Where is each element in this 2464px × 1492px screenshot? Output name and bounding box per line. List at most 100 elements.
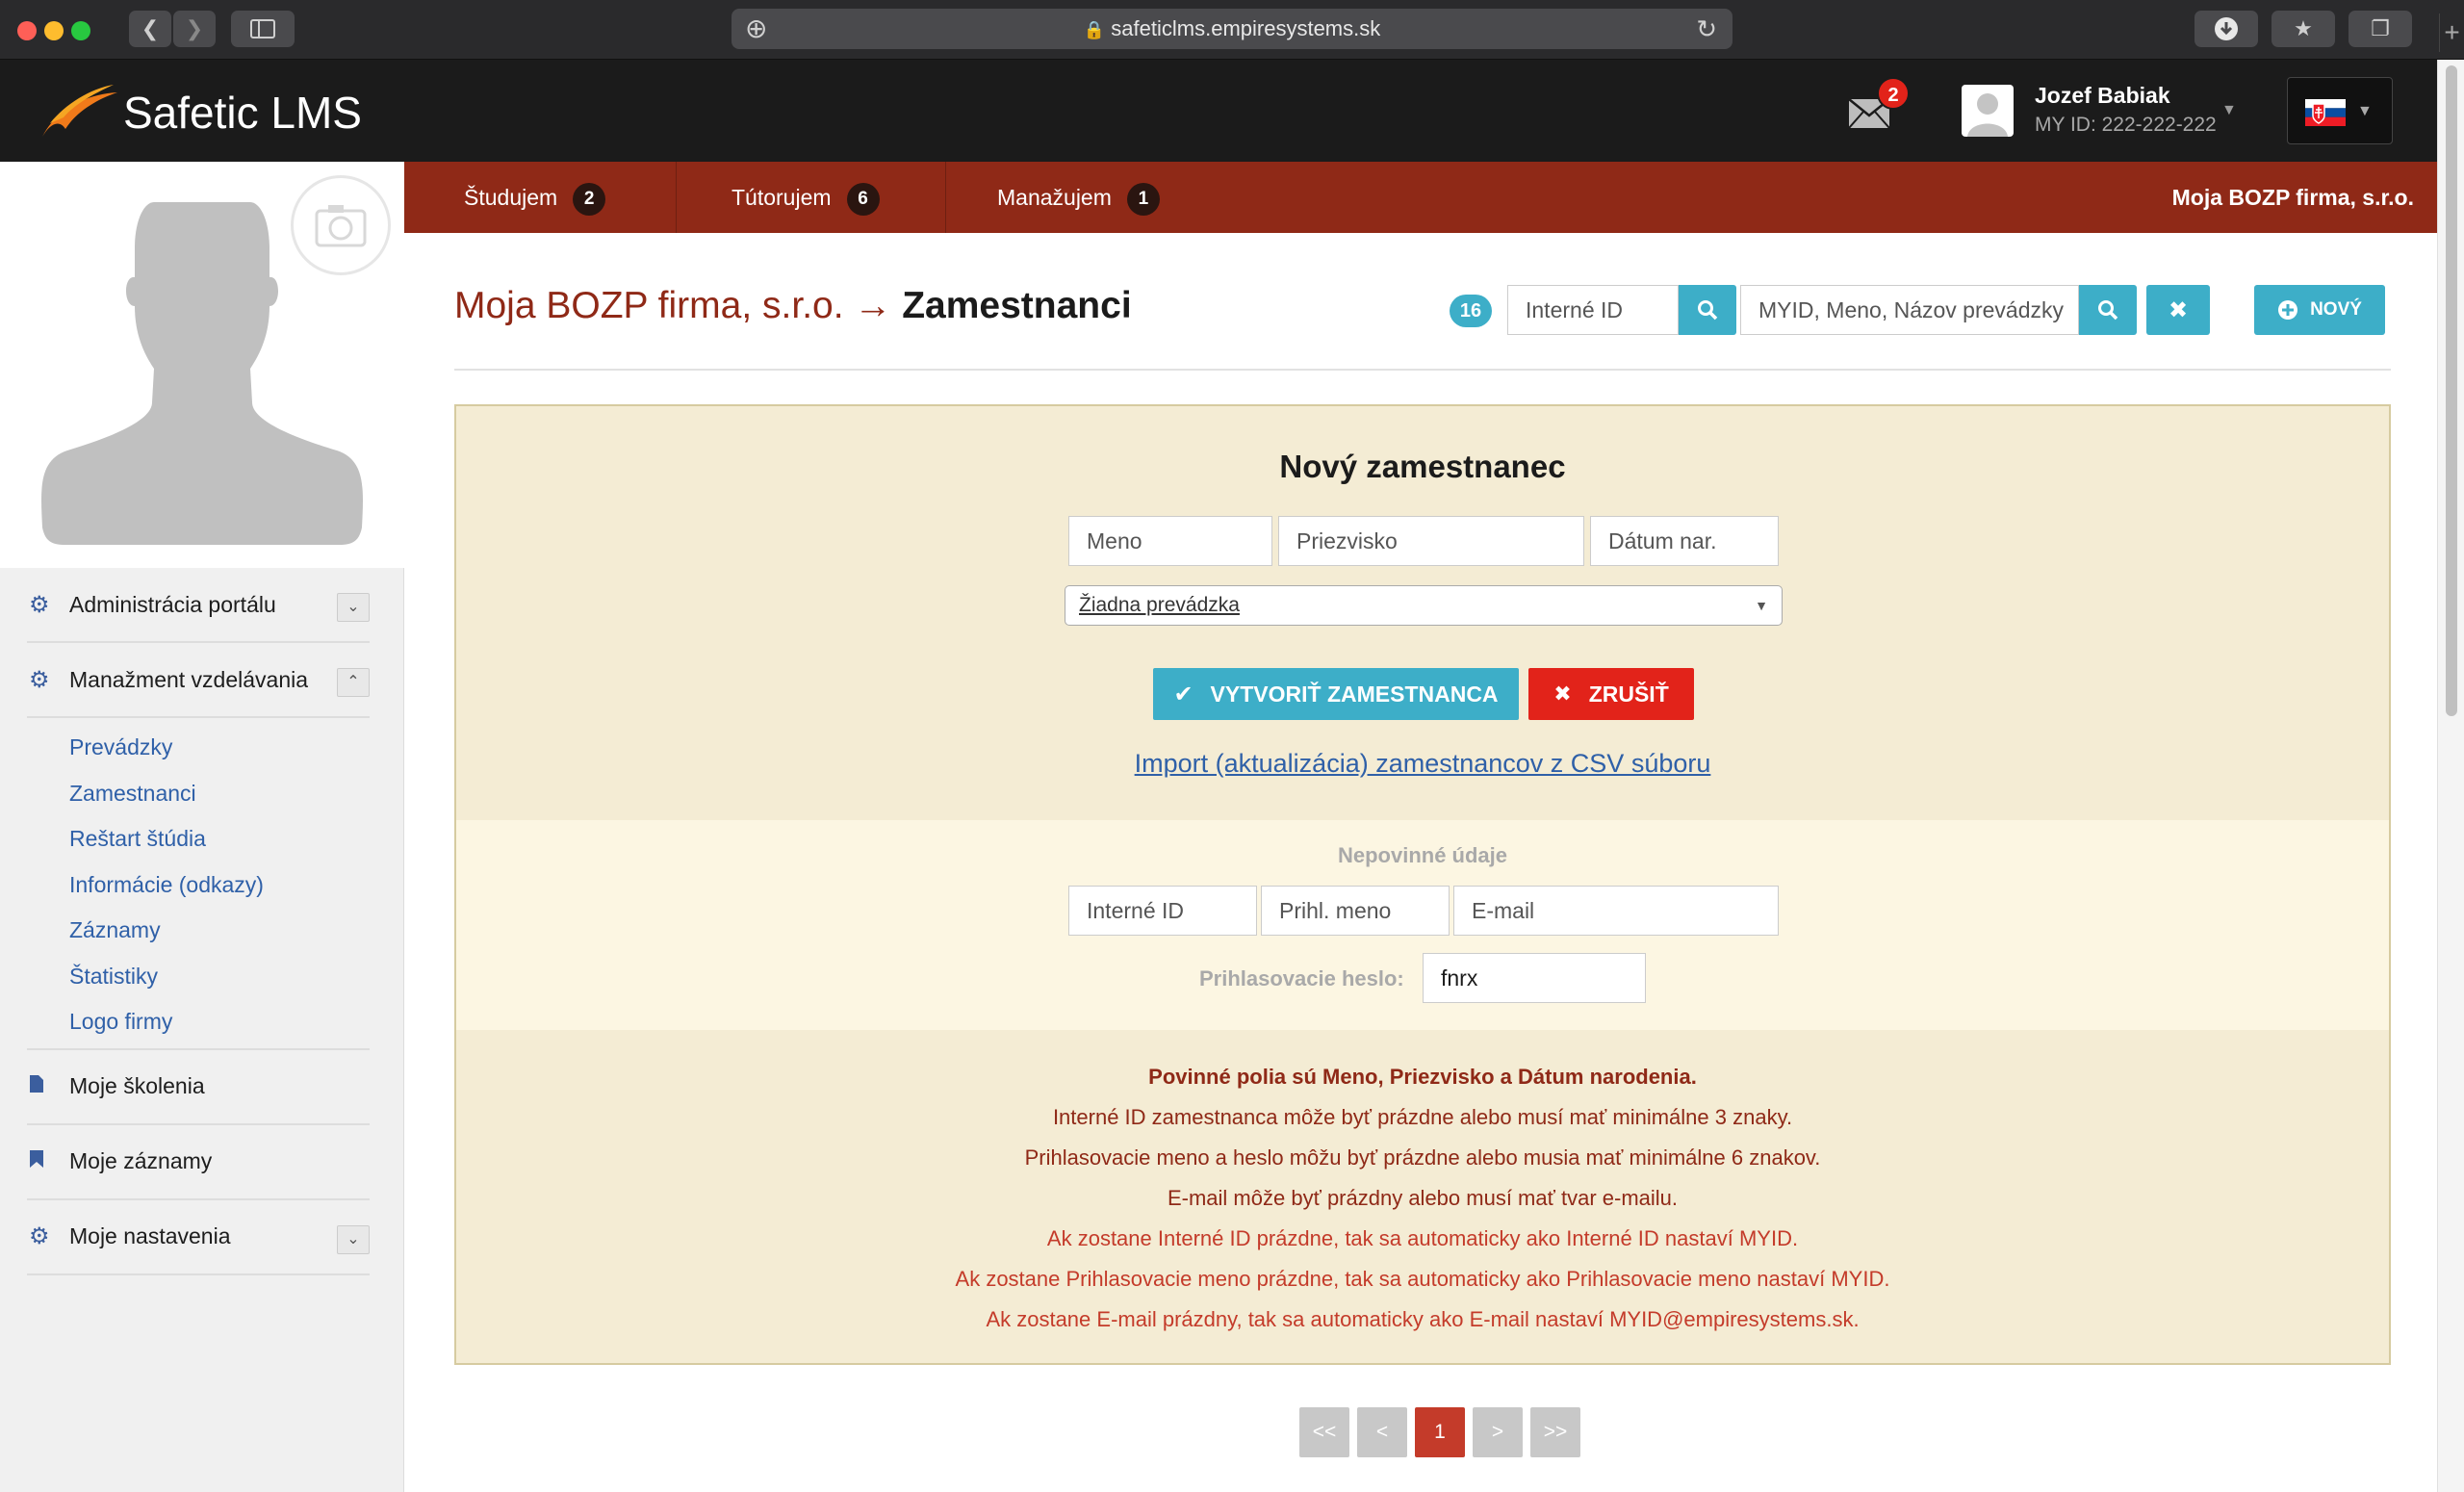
- user-name[interactable]: Jozef Babiak: [2035, 83, 2170, 109]
- note-line: Povinné polia sú Meno, Priezvisko a Dátu…: [1148, 1065, 1697, 1089]
- document-icon: [27, 1073, 69, 1100]
- camera-icon: [315, 205, 367, 247]
- create-employee-button[interactable]: ✔ VYTVORIŤ ZAMESTNANCA: [1153, 668, 1519, 720]
- user-avatar[interactable]: [1962, 85, 2014, 137]
- text-search-input[interactable]: MYID, Meno, Názov prevádzky: [1740, 285, 2079, 335]
- csv-import-link[interactable]: Import (aktualizácia) zamestnancov z CSV…: [456, 749, 2389, 779]
- sidebar-item-moje-nastavenia[interactable]: ⚙ Moje nastavenia ⌄: [27, 1200, 370, 1275]
- forward-icon[interactable]: ❯: [173, 11, 216, 47]
- top-navigation: Študujem 2 Tútorujem 6 Manažujem 1 Moja BOZ…: [404, 162, 2437, 233]
- flame-logo-icon: [42, 85, 117, 137]
- search-button[interactable]: [1679, 285, 1736, 335]
- submenu-item-statistiky[interactable]: Štatistiky: [69, 957, 370, 1003]
- internal-id-field[interactable]: Interné ID: [1068, 886, 1257, 936]
- sidebar-item-label: Moje nastavenia: [69, 1223, 231, 1248]
- submenu-item-zaznamy[interactable]: Záznamy: [69, 911, 370, 957]
- email-field[interactable]: E-mail: [1453, 886, 1779, 936]
- password-field[interactable]: fnrx: [1423, 953, 1646, 1003]
- app-header: Safetic LMS 2 Jozef Babiak MY ID: 222-22…: [0, 60, 2437, 162]
- note-line: Ak zostane Interné ID prázdne, tak sa au…: [1046, 1226, 1799, 1250]
- chevron-down-icon[interactable]: ▼: [2221, 102, 2237, 119]
- divider: [945, 162, 946, 233]
- reading-list-icon[interactable]: ★: [2272, 11, 2335, 47]
- login-name-field[interactable]: Prihl. meno: [1261, 886, 1450, 936]
- tab-tutorujem[interactable]: Tútorujem 6: [732, 162, 880, 233]
- submenu-item-informacie[interactable]: Informácie (odkazy): [69, 865, 370, 912]
- date-of-birth-field[interactable]: Dátum nar.: [1590, 516, 1779, 566]
- close-window-icon[interactable]: [17, 21, 37, 40]
- first-name-field[interactable]: Meno: [1068, 516, 1272, 566]
- pager-current-page[interactable]: 1: [1415, 1407, 1465, 1457]
- change-photo-button[interactable]: [291, 175, 391, 275]
- sidebar-item-moje-skolenia[interactable]: Moje školenia: [27, 1050, 370, 1125]
- clear-search-button[interactable]: ✖: [2146, 285, 2210, 335]
- search-button[interactable]: [2079, 285, 2137, 335]
- zoom-window-icon[interactable]: [71, 21, 90, 40]
- sidebar-item-moje-zaznamy[interactable]: Moje záznamy: [27, 1125, 370, 1200]
- url-text: safeticlms.empiresystems.sk: [1111, 16, 1381, 40]
- gear-icon: ⚙: [29, 666, 50, 693]
- note-line: Ak zostane Prihlasovacie meno prázdne, t…: [955, 1267, 1890, 1291]
- note-line: Ak zostane E-mail prázdny, tak sa automa…: [986, 1307, 1860, 1331]
- tab-label: Študujem: [464, 185, 558, 210]
- browser-toolbar: ❮ ❯ ⊕ 🔒 safeticlms.empiresystems.sk ↻ ★ …: [0, 0, 2464, 60]
- sidebar-menu: ⚙ Administrácia portálu ⌄ ⚙ Manažment vz…: [27, 568, 370, 1275]
- scrollbar-thumb[interactable]: [2446, 65, 2457, 716]
- internal-id-search-input[interactable]: Interné ID: [1507, 285, 1679, 335]
- tab-studujem[interactable]: Študujem 2: [464, 162, 606, 233]
- gear-icon: ⚙: [29, 591, 50, 618]
- company-name[interactable]: Moja BOZP firma, s.r.o.: [2172, 162, 2414, 233]
- user-silhouette-icon: [1967, 93, 2008, 137]
- downloads-icon[interactable]: [2194, 11, 2258, 47]
- close-icon: ✖: [2168, 296, 2189, 323]
- new-tab-icon[interactable]: +: [2439, 13, 2464, 52]
- sidebar-toggle-icon[interactable]: [231, 11, 295, 47]
- branch-select[interactable]: Žiadna prevádzka ▼: [1065, 585, 1783, 626]
- sidebar-item-manazment[interactable]: ⚙ Manažment vzdelávania ⌃: [27, 643, 370, 718]
- language-select[interactable]: ▼: [2287, 77, 2393, 144]
- logo[interactable]: Safetic LMS: [37, 81, 364, 142]
- form-title: Nový zamestnanec: [1279, 449, 1566, 484]
- sidebar: ⚙ Administrácia portálu ⌄ ⚙ Manažment vz…: [0, 162, 404, 1492]
- submenu-item-logo[interactable]: Logo firmy: [69, 1002, 370, 1048]
- note-line: E-mail môže byť prázdny alebo musí mať t…: [1167, 1186, 1679, 1210]
- divider: [454, 369, 2391, 371]
- reload-icon[interactable]: ↻: [1696, 9, 1717, 49]
- tab-label: Tútorujem: [732, 185, 832, 210]
- pager-next-button[interactable]: >: [1473, 1407, 1523, 1457]
- chevron-down-icon: ▼: [2357, 103, 2373, 119]
- tab-manazujem[interactable]: Manažujem 1: [997, 162, 1160, 233]
- user-myid: MY ID: 222-222-222: [2035, 114, 2217, 136]
- submenu-item-prevadzky[interactable]: Prevádzky: [69, 728, 370, 774]
- tab-count-badge: 2: [573, 182, 606, 216]
- scrollbar[interactable]: [2437, 60, 2464, 1492]
- expand-button[interactable]: ⌄: [337, 1224, 370, 1254]
- search-icon: [2098, 300, 2118, 321]
- sidebar-item-label: Administrácia portálu: [69, 591, 276, 617]
- collapse-button[interactable]: ⌃: [337, 668, 370, 697]
- minimize-window-icon[interactable]: [44, 21, 64, 40]
- breadcrumb-company[interactable]: Moja BOZP firma, s.r.o. →: [454, 285, 891, 326]
- last-name-field[interactable]: Priezvisko: [1278, 516, 1584, 566]
- tab-count-badge: 1: [1126, 182, 1160, 216]
- submenu-item-zamestnanci[interactable]: Zamestnanci: [69, 774, 370, 820]
- divider: [676, 162, 677, 233]
- pager-last-button[interactable]: >>: [1530, 1407, 1580, 1457]
- cancel-button[interactable]: ✖ ZRUŠIŤ: [1528, 668, 1694, 720]
- plus-circle-icon: [2278, 300, 2298, 320]
- tabs-overview-icon[interactable]: ❐: [2348, 11, 2412, 47]
- slovak-flag-icon: [2305, 99, 2346, 126]
- sidebar-item-administracia[interactable]: ⚙ Administrácia portálu ⌄: [27, 568, 370, 643]
- submenu-item-restart[interactable]: Reštart štúdia: [69, 819, 370, 865]
- new-button[interactable]: NOVÝ: [2254, 285, 2385, 335]
- new-employee-form: Nový zamestnanec Meno Priezvisko Dátum n…: [454, 404, 2391, 1365]
- pager-first-button[interactable]: <<: [1299, 1407, 1349, 1457]
- cancel-button-label: ZRUŠIŤ: [1588, 681, 1669, 707]
- address-bar[interactable]: ⊕ 🔒 safeticlms.empiresystems.sk ↻: [732, 9, 1732, 49]
- pager-prev-button[interactable]: <: [1357, 1407, 1407, 1457]
- sidebar-item-label: Manažment vzdelávania: [69, 666, 309, 692]
- back-icon[interactable]: ❮: [129, 11, 171, 47]
- gear-icon: ⚙: [29, 1223, 50, 1249]
- expand-button[interactable]: ⌄: [337, 593, 370, 622]
- add-bookmark-icon[interactable]: ⊕: [745, 9, 767, 49]
